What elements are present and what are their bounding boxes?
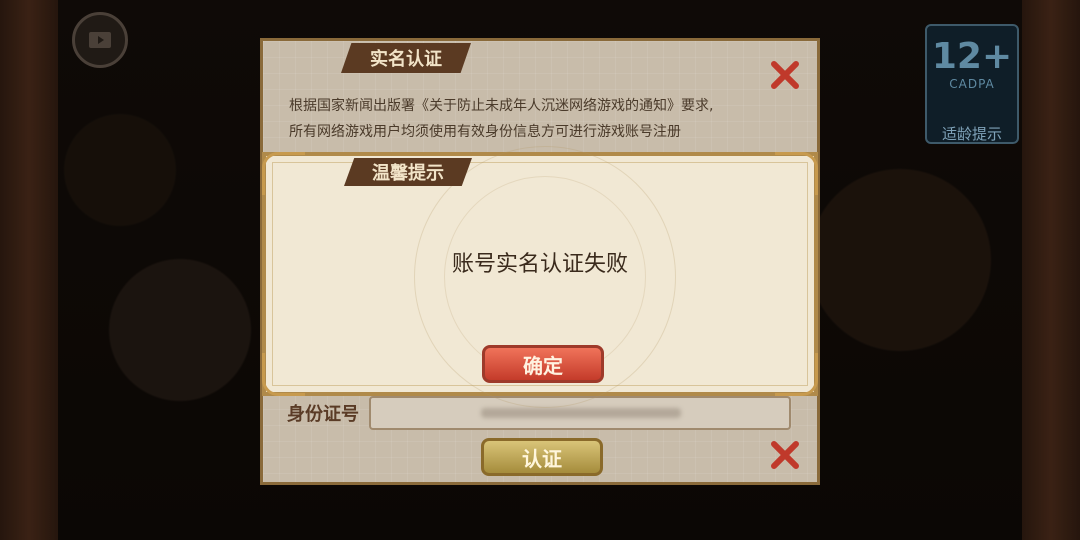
tip-dialog: 温馨提示 账号实名认证失败 确定: [262, 146, 818, 408]
confirm-button[interactable]: 确定: [482, 345, 604, 383]
close-x-icon: [771, 61, 799, 89]
id-number-label: 身份证号: [287, 404, 359, 425]
corner-ornament: [775, 353, 818, 396]
age-rating-tip: 适龄提示: [941, 125, 1002, 143]
age-rating-org: CADPA: [949, 77, 995, 91]
close-x-icon: [771, 441, 799, 469]
tip-dialog-message: 账号实名认证失败: [451, 252, 628, 277]
notice-line-1: 根据国家新闻出版署《关于防止未成年人沉迷网络游戏的通知》要求,: [289, 98, 714, 114]
age-rating-number: 12+: [931, 36, 1013, 77]
video-play-button[interactable]: [72, 12, 128, 68]
corner-ornament: [775, 152, 818, 195]
corner-ornament: [262, 353, 305, 396]
real-name-panel-title: 实名认证: [341, 43, 471, 73]
notice-line-2: 所有网络游戏用户均须使用有效身份信息方可进行游戏账号注册: [289, 124, 681, 140]
id-number-masked-value: [481, 408, 681, 418]
video-icon: [89, 32, 111, 48]
notice-text: 根据国家新闻出版署《关于防止未成年人沉迷网络游戏的通知》要求, 所有网络游戏用户…: [289, 93, 789, 145]
verify-button[interactable]: 认证: [481, 438, 603, 476]
age-rating-badge: 12+ CADPA 适龄提示: [925, 24, 1019, 144]
close-button[interactable]: [767, 57, 803, 93]
tip-dialog-title: 温馨提示: [344, 158, 472, 186]
close-button-bottom[interactable]: [767, 437, 803, 473]
corner-ornament: [262, 152, 305, 195]
